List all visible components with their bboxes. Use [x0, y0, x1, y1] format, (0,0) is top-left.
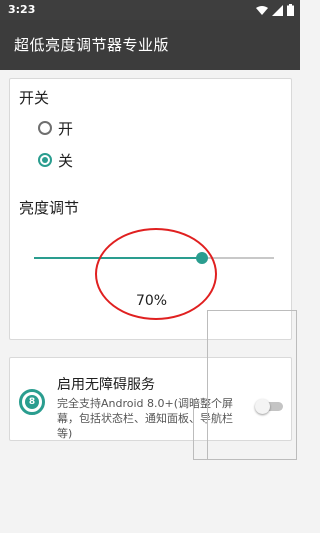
signal-icon	[272, 4, 283, 16]
annotation-line	[193, 459, 297, 460]
wifi-icon	[256, 6, 268, 15]
app-title: 超低亮度调节器专业版	[14, 36, 170, 54]
app-bar: 超低亮度调节器专业版	[0, 20, 300, 70]
annotation-line	[296, 310, 297, 460]
service-description: 完全支持Android 8.0+(调暗整个屏幕，包括状态栏、通知面板、导航栏等)	[57, 397, 234, 440]
annotation-line	[193, 400, 194, 460]
accessibility-service-icon: 8	[19, 389, 45, 415]
toggle-knob[interactable]	[255, 399, 270, 414]
power-section-title: 开关	[19, 89, 50, 107]
status-time: 3:23	[8, 3, 36, 16]
service-toggle[interactable]	[255, 399, 283, 414]
radio-off-label: 关	[58, 151, 74, 170]
radio-on-label: 开	[58, 119, 74, 138]
radio-off-indicator[interactable]	[38, 153, 52, 167]
battery-icon	[287, 4, 294, 16]
annotation-line	[207, 310, 297, 311]
status-bar: 3:23	[0, 0, 300, 20]
status-icons	[256, 2, 294, 18]
service-icon-text: 8	[25, 395, 39, 409]
radio-on-indicator[interactable]	[38, 121, 52, 135]
settings-card: 开关 开 关 亮度调节 70%	[9, 78, 292, 340]
brightness-section-title: 亮度调节	[19, 199, 80, 217]
annotation-line	[207, 310, 208, 460]
brightness-percent: 70%	[135, 293, 168, 309]
service-title: 启用无障碍服务	[57, 377, 155, 393]
radio-option-on[interactable]: 开	[38, 117, 73, 139]
accessibility-service-card[interactable]: 8 启用无障碍服务 完全支持Android 8.0+(调暗整个屏幕，包括状态栏、…	[9, 357, 292, 441]
radio-option-off[interactable]: 关	[38, 149, 73, 171]
